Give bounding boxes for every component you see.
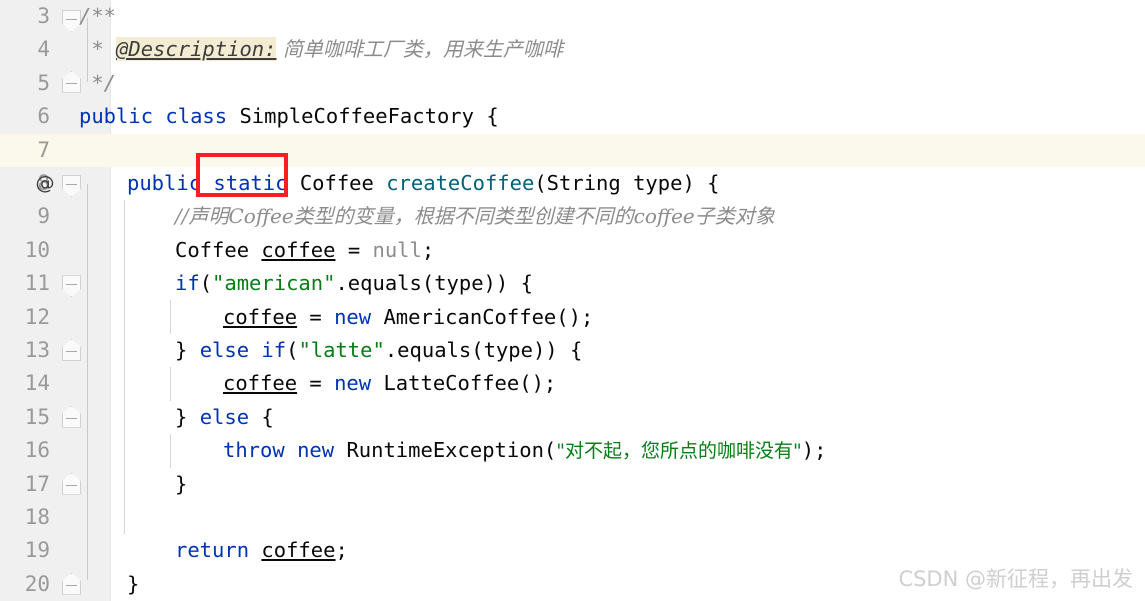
gutter-rows: 3 4 5 6 7 8 @ 9 10 11 12 13 14 15 16 17 … (0, 0, 1145, 601)
gutter-row[interactable]: 13 (0, 334, 1145, 367)
fold-toggle-down-icon[interactable] (62, 275, 81, 298)
indent-guide-level2-b (170, 367, 171, 401)
csdn-watermark: CSDN @新征程，再出发 (898, 567, 1133, 591)
fold-toggle-up-icon[interactable] (62, 339, 81, 361)
line-number: 17 (24, 471, 50, 496)
line-number: 18 (24, 505, 50, 529)
line-number: 4 (37, 37, 50, 62)
code-editor[interactable]: 3 4 5 6 7 8 @ 9 10 11 12 13 14 15 16 17 … (0, 0, 1145, 601)
fold-toggle-up-icon[interactable] (62, 405, 81, 428)
fold-toggle-up-icon[interactable] (62, 70, 81, 93)
line-number: 7 (37, 137, 50, 162)
line-number: 3 (37, 4, 50, 28)
gutter-row[interactable]: 16 (0, 434, 1145, 467)
gutter-row[interactable]: 11 (0, 267, 1145, 300)
fold-toggle-up-icon[interactable] (62, 572, 81, 595)
gutter-row[interactable]: 17 (0, 468, 1145, 501)
gutter-row[interactable]: 10 (0, 234, 1145, 267)
line-number: 9 (37, 204, 50, 229)
line-number: 14 (24, 371, 50, 396)
gutter-row-current[interactable]: 7 (0, 133, 1145, 167)
line-number: 5 (37, 70, 50, 95)
annotation-gutter-icon[interactable]: @ (28, 167, 62, 200)
line-number: 6 (37, 104, 50, 129)
line-number: 20 (24, 571, 50, 596)
fold-toggle-down-icon[interactable] (62, 10, 81, 32)
fold-toggle-up-icon[interactable] (62, 472, 81, 495)
fold-toggle-down-icon[interactable] (62, 175, 81, 197)
gutter-row[interactable]: 15 (0, 401, 1145, 434)
gutter-row[interactable]: 4 (0, 33, 1145, 66)
line-number: 19 (24, 538, 50, 563)
gutter-row[interactable]: 18 (0, 501, 1145, 534)
gutter-row[interactable]: 14 (0, 367, 1145, 400)
gutter-row[interactable]: 9 (0, 200, 1145, 233)
line-number: 12 (24, 304, 50, 329)
indent-guide-level2-c (170, 434, 171, 468)
line-number: 15 (24, 404, 50, 429)
line-number: 13 (24, 338, 50, 362)
line-number: 10 (24, 237, 50, 262)
gutter-row[interactable]: 12 (0, 301, 1145, 334)
indent-guide-level2-a (170, 300, 171, 334)
gutter-row[interactable]: 3 (0, 0, 1145, 33)
gutter-row[interactable]: 6 (0, 100, 1145, 133)
indent-guide-level1 (124, 200, 125, 534)
line-number: 16 (24, 438, 50, 463)
gutter-row[interactable]: 8 @ (0, 167, 1145, 200)
gutter-row[interactable]: 5 (0, 67, 1145, 100)
line-number: 11 (24, 271, 50, 296)
